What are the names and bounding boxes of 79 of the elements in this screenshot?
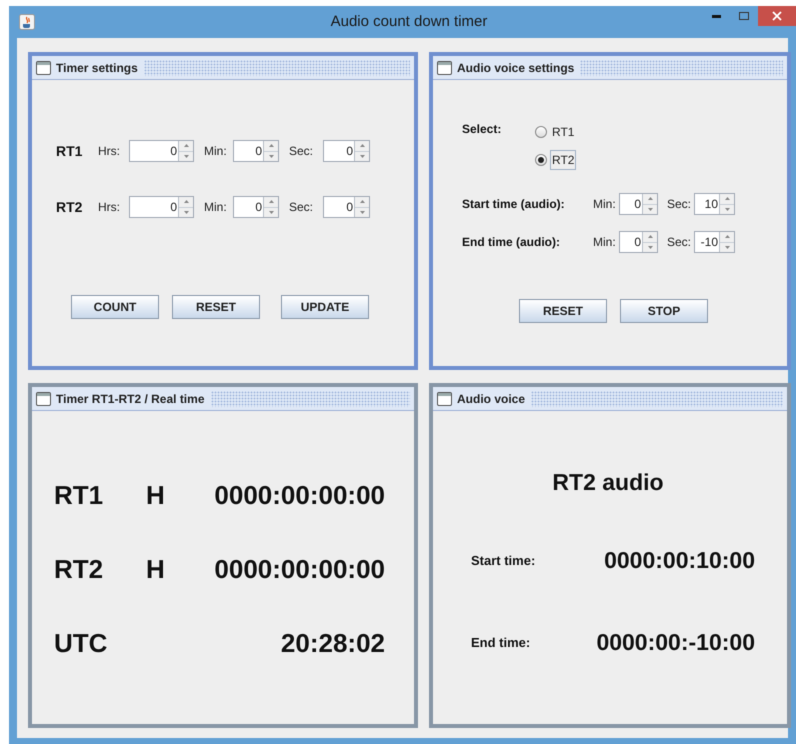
time-value: 0000:00:10:00 (604, 546, 755, 576)
time-value: 0000:00:00:00 (214, 478, 385, 512)
number-spinner[interactable]: 0 (619, 231, 658, 253)
radio-button[interactable] (535, 126, 547, 138)
button[interactable]: RESET (519, 299, 607, 323)
down-arrow-icon[interactable] (648, 208, 652, 211)
number-spinner[interactable]: 0 (233, 140, 279, 162)
up-arrow-icon[interactable] (648, 197, 652, 200)
button[interactable]: RESET (172, 295, 260, 319)
close-icon[interactable] (772, 11, 782, 21)
down-arrow-icon[interactable] (184, 210, 188, 214)
down-arrow-icon[interactable] (360, 154, 364, 158)
select-label: Select: (462, 121, 502, 138)
unit-label: H (146, 478, 165, 512)
up-arrow-icon[interactable] (268, 200, 274, 204)
number-spinner[interactable]: 10 (694, 193, 735, 215)
down-arrow-icon[interactable] (724, 208, 730, 211)
close-button[interactable] (758, 6, 796, 26)
up-arrow-icon[interactable] (360, 200, 364, 204)
field-label: Sec: (667, 234, 692, 251)
number-spinner[interactable]: 0 (129, 196, 194, 218)
number-spinner[interactable]: 0 (619, 193, 658, 215)
time-value: 0000:00:-10:00 (596, 628, 755, 658)
field-label: Sec: (667, 196, 692, 213)
row-label: RT1 (54, 478, 104, 512)
row-label: RT1 (56, 142, 84, 160)
row-label: Start time (audio): (462, 196, 566, 213)
row-label: UTC (54, 626, 108, 660)
unit-label: H (146, 552, 165, 586)
row-label: End time: (471, 634, 530, 652)
down-arrow-icon[interactable] (184, 154, 188, 158)
down-arrow-icon[interactable] (360, 210, 364, 214)
number-spinner[interactable]: 0 (233, 196, 279, 218)
number-spinner[interactable]: 0 (129, 140, 194, 162)
field-label: Hrs: (98, 199, 121, 216)
up-arrow-icon[interactable] (724, 235, 730, 238)
time-value: 20:28:02 (280, 626, 385, 660)
up-arrow-icon[interactable] (724, 197, 730, 200)
time-value: 0000:00:00:00 (214, 552, 385, 586)
button[interactable]: UPDATE (281, 295, 369, 319)
window-icon (437, 60, 452, 74)
window-title: Audio count down timer (330, 12, 488, 32)
field-label: Min: (204, 199, 228, 216)
radio-label[interactable]: RT2 (550, 150, 576, 170)
frame-title: Audio voice settings (457, 60, 574, 76)
frame-title: Timer RT1-RT2 / Real time (56, 390, 204, 408)
up-arrow-icon[interactable] (360, 144, 364, 148)
number-spinner[interactable]: 0 (323, 196, 370, 218)
row-label: RT2 (54, 552, 104, 586)
down-arrow-icon[interactable] (268, 154, 274, 158)
window-icon (36, 392, 51, 406)
number-spinner[interactable]: 0 (323, 140, 370, 162)
button[interactable]: COUNT (71, 295, 159, 319)
field-label: Min: (593, 234, 617, 251)
up-arrow-icon[interactable] (268, 144, 274, 148)
down-arrow-icon[interactable] (724, 246, 730, 249)
frame-title: Audio voice (457, 390, 526, 408)
field-label: Hrs: (98, 143, 121, 160)
up-arrow-icon[interactable] (184, 144, 188, 148)
up-arrow-icon[interactable] (648, 235, 652, 238)
down-arrow-icon[interactable] (268, 210, 274, 214)
up-arrow-icon[interactable] (184, 200, 188, 204)
field-label: Min: (204, 143, 228, 160)
coffee-cup-icon (19, 14, 35, 30)
frame-title: Timer settings (56, 60, 138, 76)
radio-button[interactable] (535, 154, 547, 166)
row-label: End time (audio): (462, 234, 561, 251)
field-label: Sec: (289, 199, 314, 216)
row-label: Start time: (471, 552, 536, 570)
down-arrow-icon[interactable] (648, 246, 652, 249)
button[interactable]: STOP (620, 299, 708, 323)
window-icon (437, 392, 452, 406)
audio-heading: RT2 audio (551, 468, 665, 497)
field-label: Min: (593, 196, 617, 213)
row-label: RT2 (56, 198, 84, 216)
field-label: Sec: (289, 143, 314, 160)
window-icon (36, 60, 51, 74)
radio-label[interactable]: RT1 (550, 122, 576, 142)
number-spinner[interactable]: -10 (694, 231, 735, 253)
